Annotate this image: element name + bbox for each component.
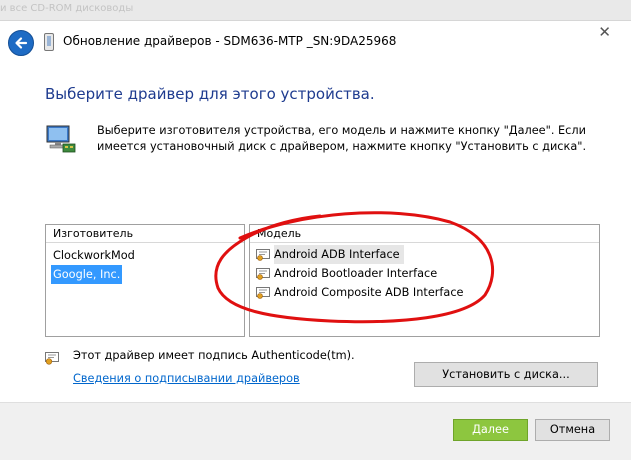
window-title: Обновление драйверов - SDM636-MTP _SN:9D… (63, 34, 397, 48)
manufacturer-item[interactable]: ClockworkMod (46, 246, 244, 265)
manufacturer-list-header: Изготовитель (46, 225, 244, 243)
model-item[interactable]: Android Composite ADB Interface (250, 283, 599, 302)
signed-driver-icon (256, 267, 270, 280)
instructions-text: Выберите изготовителя устройства, его мо… (97, 124, 587, 153)
signature-status: Этот драйвер имеет подпись Authenticode(… (73, 349, 355, 362)
have-disk-button[interactable]: Установить с диска... (414, 362, 598, 387)
certificate-icon (45, 352, 59, 365)
manufacturer-item-selected[interactable]: Google, Inc. (46, 265, 244, 284)
model-list-header: Модель (250, 225, 599, 243)
model-item-label: Android Bootloader Interface (274, 267, 438, 280)
model-item-label: Android Composite ADB Interface (274, 286, 464, 299)
model-list[interactable]: Модель Android ADB Interface Android Boo… (249, 224, 600, 337)
driver-signing-link[interactable]: Сведения о подписывании драйверов (73, 372, 300, 385)
back-button[interactable] (8, 30, 34, 56)
cancel-button[interactable]: Отмена (535, 419, 610, 441)
manufacturer-item-label: ClockworkMod (53, 249, 135, 262)
background-text: и все CD-ROM дисководы (0, 3, 134, 14)
manufacturer-item-label: Google, Inc. (51, 265, 123, 284)
next-button[interactable]: Далее (453, 419, 528, 441)
page-heading: Выберите драйвер для этого устройства. (45, 85, 375, 103)
model-item[interactable]: Android Bootloader Interface (250, 264, 599, 283)
manufacturer-list[interactable]: Изготовитель ClockworkMod Google, Inc. (45, 224, 245, 337)
model-item[interactable]: Android ADB Interface (250, 245, 599, 264)
signed-driver-icon (256, 248, 270, 261)
hardware-icon (46, 125, 76, 153)
back-arrow-icon (15, 37, 28, 49)
update-driver-dialog: ✕ Обновление драйверов - SDM636-MTP _SN:… (0, 20, 631, 460)
model-item-label: Android ADB Interface (274, 245, 404, 264)
signed-driver-icon (256, 286, 270, 299)
title-bar: Обновление драйверов - SDM636-MTP _SN:9D… (0, 21, 631, 65)
device-icon (44, 33, 54, 51)
